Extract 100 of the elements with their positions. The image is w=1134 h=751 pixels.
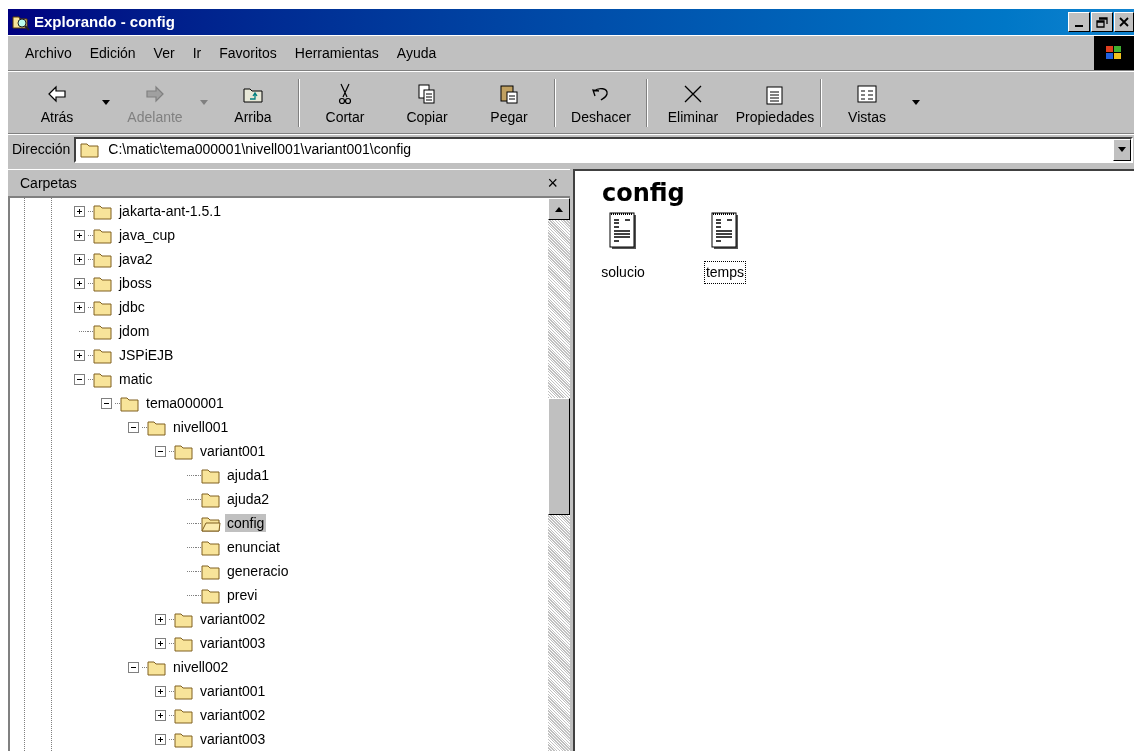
dropdown-caret-icon[interactable] — [912, 100, 920, 105]
expand-button[interactable] — [154, 709, 166, 721]
folder-tree-item[interactable]: jboss — [117, 274, 154, 292]
toolbar-button[interactable]: Propiedades — [734, 74, 816, 131]
expand-button[interactable] — [73, 205, 85, 217]
address-label: Dirección — [12, 140, 71, 159]
toolbar-button[interactable]: Vistas — [826, 74, 908, 131]
folder-icon — [80, 141, 101, 158]
folder-tree-item[interactable]: java_cup — [117, 226, 178, 244]
menu-item[interactable]: Ir — [183, 42, 211, 64]
folder-icon — [174, 706, 194, 724]
address-field[interactable]: C:\matic\tema000001\nivell001\variant001\config — [74, 136, 1133, 163]
pane-title: Carpetas — [20, 173, 77, 193]
folder-icon — [93, 370, 113, 388]
folder-tree-item[interactable]: enunciat — [225, 538, 282, 556]
menu-item[interactable]: Herramientas — [285, 42, 388, 64]
folder-tree-item[interactable]: config — [225, 514, 267, 532]
toolbar-button[interactable]: Arriba — [212, 74, 294, 131]
up-arrow-icon — [555, 206, 563, 212]
toolbar-button[interactable]: Eliminar — [652, 74, 734, 131]
toolbar-button[interactable]: Deshacer — [560, 74, 642, 131]
menu-item[interactable]: Archivo — [16, 42, 81, 64]
folder-icon — [174, 442, 194, 460]
plus-icon — [156, 687, 164, 695]
folder-tree-item[interactable]: variant001 — [198, 682, 268, 700]
folder-icon — [147, 658, 167, 676]
caret-icon — [1118, 147, 1126, 152]
menu-item[interactable]: Ayuda — [387, 42, 446, 64]
folder-tree-item[interactable]: ajuda1 — [225, 466, 272, 484]
folder-tree-item[interactable]: jdom — [117, 322, 152, 340]
folder-tree-item[interactable]: ajuda2 — [225, 490, 272, 508]
text-file-icon[interactable] — [710, 211, 740, 251]
scroll-up-button[interactable] — [548, 198, 570, 220]
expand-button[interactable] — [73, 349, 85, 361]
folder-tree-item[interactable]: jakarta-ant-1.5.1 — [117, 202, 223, 220]
folder-tree-item[interactable]: variant002 — [198, 610, 268, 628]
menu-item[interactable]: Edición — [80, 42, 145, 64]
expand-button[interactable] — [73, 301, 85, 313]
open-folder-icon — [201, 514, 221, 532]
folder-icon — [93, 274, 113, 292]
file-name[interactable]: temps — [703, 261, 747, 284]
expand-button[interactable] — [73, 277, 85, 289]
folder-tree-item[interactable]: JSPiEJB — [117, 346, 176, 364]
expand-button[interactable] — [154, 613, 166, 625]
folder-tree-item[interactable]: java2 — [117, 250, 155, 268]
scrollbar[interactable] — [548, 198, 570, 751]
folder-heading: config — [602, 181, 686, 205]
text-file-icon[interactable] — [608, 211, 638, 251]
folder-icon — [201, 538, 221, 556]
folder-tree-item[interactable]: variant003 — [198, 634, 268, 652]
toolbar-button[interactable]: Pegar — [468, 74, 550, 131]
expand-button[interactable] — [154, 637, 166, 649]
collapse-button[interactable] — [100, 397, 112, 409]
folder-icon — [93, 250, 113, 268]
folder-tree-item[interactable]: nivell002 — [171, 658, 231, 676]
folder-icon — [120, 394, 140, 412]
plus-icon — [75, 279, 83, 287]
folder-tree-item[interactable]: previ — [225, 586, 260, 604]
folder-icon — [147, 418, 167, 436]
toolbar-button[interactable]: Cortar — [304, 74, 386, 131]
plus-icon — [75, 231, 83, 239]
explorer-icon — [12, 13, 30, 31]
scroll-thumb[interactable] — [548, 398, 570, 515]
folder-tree-item[interactable]: tema000001 — [144, 394, 226, 412]
collapse-button[interactable] — [127, 661, 139, 673]
plus-icon — [156, 639, 164, 647]
folder-tree-item[interactable]: nivell001 — [171, 418, 231, 436]
close-pane-button[interactable]: × — [547, 174, 558, 192]
plus-icon — [75, 207, 83, 215]
folder-tree-item[interactable]: variant003 — [198, 730, 268, 748]
collapse-button[interactable] — [73, 373, 85, 385]
close-button[interactable] — [1114, 12, 1134, 32]
dropdown-caret-icon[interactable] — [102, 100, 110, 105]
plus-icon — [156, 711, 164, 719]
plus-icon — [156, 735, 164, 743]
folder-tree-item[interactable]: variant001 — [198, 442, 268, 460]
menu-item[interactable]: Favoritos — [210, 42, 286, 64]
toolbar-button[interactable]: Atrás — [16, 74, 98, 131]
windows-logo-icon — [1094, 36, 1134, 70]
folder-tree-item[interactable]: jdbc — [117, 298, 147, 316]
toolbar-button[interactable]: Copiar — [386, 74, 468, 131]
folder-icon — [93, 226, 113, 244]
minimize-button[interactable] — [1068, 12, 1090, 32]
file-name[interactable]: solucio — [599, 261, 647, 284]
folder-icon — [201, 466, 221, 484]
menu-item[interactable]: Ver — [144, 42, 184, 64]
expand-button[interactable] — [154, 733, 166, 745]
expand-button[interactable] — [73, 253, 85, 265]
folder-tree-item[interactable]: generacio — [225, 562, 291, 580]
expand-button[interactable] — [154, 685, 166, 697]
collapse-button[interactable] — [154, 445, 166, 457]
folder-tree-item[interactable]: variant002 — [198, 706, 268, 724]
plus-icon — [156, 615, 164, 623]
expand-button[interactable] — [73, 229, 85, 241]
folder-tree-item[interactable]: matic — [117, 370, 155, 388]
restore-button[interactable] — [1091, 12, 1113, 32]
collapse-button[interactable] — [127, 421, 139, 433]
dropdown-button[interactable] — [1113, 138, 1131, 161]
close-icon — [1119, 17, 1129, 27]
folder-icon — [93, 322, 113, 340]
